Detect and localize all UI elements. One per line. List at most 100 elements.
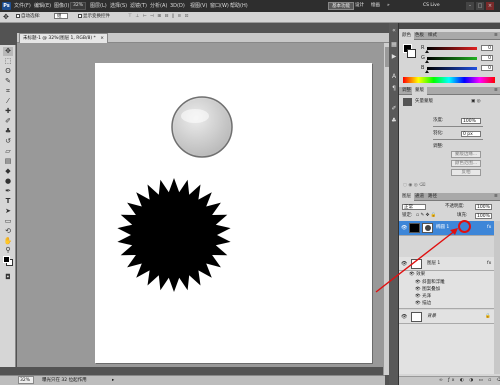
density-field[interactable]: 100% xyxy=(461,118,481,124)
menu-view[interactable]: 视图(V) xyxy=(190,2,207,10)
menu-image[interactable]: 图像(I) xyxy=(54,2,69,10)
healing-brush-tool-icon[interactable]: ✚ xyxy=(3,107,13,116)
clone-stamp-tool-icon[interactable]: ♣ xyxy=(3,127,13,136)
blur-tool-icon[interactable]: ◆ xyxy=(3,167,13,176)
workspace-essentials-button[interactable]: 基本功能 xyxy=(328,2,354,10)
slider-r-value[interactable]: 0 xyxy=(481,45,493,51)
gradient-tool-icon[interactable]: ▤ xyxy=(3,157,13,166)
close-icon[interactable]: × xyxy=(486,2,494,10)
feather-slider[interactable] xyxy=(433,139,483,140)
layer-fx-icon[interactable]: fx xyxy=(487,225,491,231)
dock-paragraph-icon[interactable]: ¶ xyxy=(390,85,398,93)
menu-help[interactable]: 帮助(H) xyxy=(230,2,248,10)
status-zoom-field[interactable]: 32% xyxy=(18,376,34,384)
slider-g-value[interactable]: 0 xyxy=(481,55,493,61)
document-canvas[interactable] xyxy=(95,63,372,363)
color-slider-g[interactable]: G 0 xyxy=(421,55,494,63)
auto-select-option[interactable]: 自动选择: xyxy=(16,13,41,21)
zoom-tool-icon[interactable]: ⚲ xyxy=(3,246,13,255)
slider-b-knob[interactable] xyxy=(425,70,429,73)
color-background-swatch[interactable] xyxy=(407,49,416,58)
slider-g-track[interactable] xyxy=(427,57,477,60)
workspace-painting-button[interactable]: 绘画 xyxy=(368,2,383,10)
invert-button[interactable]: 反相 xyxy=(451,169,481,176)
feather-field[interactable]: 0 px xyxy=(461,131,481,137)
eye-icon[interactable]: 👁 xyxy=(401,314,407,320)
auto-select-dropdown[interactable]: 组 xyxy=(54,13,68,21)
history-brush-tool-icon[interactable]: ↺ xyxy=(3,137,13,146)
workspace-more-button[interactable]: » xyxy=(384,2,393,10)
marquee-tool-icon[interactable]: ⬚ xyxy=(3,57,13,66)
tab-styles[interactable]: 样式 xyxy=(425,32,440,40)
color-range-button[interactable]: 颜色范围... xyxy=(451,160,481,167)
menu-3d[interactable]: 3D(D) xyxy=(170,2,185,10)
lasso-tool-icon[interactable]: ʘ xyxy=(3,67,13,76)
menu-analysis[interactable]: 分析(A) xyxy=(150,2,167,10)
lock-icons[interactable]: ▫ ✎ ✥ 🔒 xyxy=(416,213,437,219)
density-slider[interactable] xyxy=(433,126,483,127)
slider-g-knob[interactable] xyxy=(425,60,429,63)
status-arrow-icon[interactable]: ▸ xyxy=(112,376,114,385)
auto-select-checkbox[interactable] xyxy=(16,13,20,18)
slider-b-track[interactable] xyxy=(427,67,477,70)
panel-menu-icon[interactable]: ≡ xyxy=(491,32,500,40)
3d-rotate-tool-icon[interactable]: ⟲ xyxy=(3,227,13,236)
layers-scrollbar[interactable] xyxy=(494,221,500,374)
tab-paths[interactable]: 路径 xyxy=(425,193,440,201)
zoom-menu[interactable]: 32% xyxy=(70,2,86,10)
panel-menu-icon[interactable]: ≡ xyxy=(491,193,500,201)
pen-tool-icon[interactable]: ✒ xyxy=(3,187,13,196)
mask-pixel-icon[interactable]: ▣ ◎ xyxy=(471,99,481,105)
menu-filter[interactable]: 滤镜(T) xyxy=(130,2,147,10)
color-slider-r[interactable]: R 0 xyxy=(421,45,494,53)
slider-r-knob[interactable] xyxy=(425,50,429,53)
cs-live-button[interactable]: CS Live xyxy=(420,2,443,10)
mask-footer-icons[interactable]: ◌ ◉ ◎ ⌫ xyxy=(403,183,425,189)
layers-footer-icons[interactable]: ∞ ƒx ◐ ◑ ▭ ▫ ⌫ xyxy=(439,378,500,384)
dock-brush-icon[interactable]: ✐ xyxy=(390,105,398,113)
layer-name-background[interactable]: 背景 xyxy=(427,314,436,320)
mask-edge-button[interactable]: 蒙版边缘... xyxy=(451,151,481,158)
quick-select-tool-icon[interactable]: ✎ xyxy=(3,77,13,86)
color-slider-b[interactable]: B 0 xyxy=(421,65,494,73)
slider-r-track[interactable] xyxy=(427,47,477,50)
document-tab[interactable]: 未标题-1 @ 32%(图层 1, RGB/8) * × xyxy=(19,33,108,43)
blend-mode-dropdown[interactable]: 正常 xyxy=(402,204,426,210)
dock-actions-icon[interactable]: ▶ xyxy=(390,53,398,61)
show-transform-checkbox[interactable] xyxy=(78,13,82,18)
hand-tool-icon[interactable]: ✋ xyxy=(3,237,13,246)
quick-mask-icon[interactable]: ◘ xyxy=(3,273,13,282)
shape-tool-icon[interactable]: ▭ xyxy=(3,217,13,226)
slider-b-value[interactable]: 0 xyxy=(481,65,493,71)
move-tool-icon[interactable]: ✥ xyxy=(3,47,13,56)
menu-window[interactable]: 窗口(W) xyxy=(210,2,229,10)
dock-character-icon[interactable]: A xyxy=(390,73,398,81)
menu-select[interactable]: 选择(S) xyxy=(110,2,127,10)
menu-layer[interactable]: 图层(L) xyxy=(90,2,107,10)
path-select-tool-icon[interactable]: ➤ xyxy=(3,207,13,216)
dodge-tool-icon[interactable]: ● xyxy=(3,177,13,186)
dock-collapse-icon[interactable]: « xyxy=(390,27,398,35)
tab-masks[interactable]: 蒙版 xyxy=(412,87,427,95)
opacity-field[interactable]: 100% xyxy=(475,204,492,210)
layer-fx-icon[interactable]: fx xyxy=(487,261,491,267)
show-transform-option[interactable]: 显示变换控件 xyxy=(78,13,110,21)
crop-tool-icon[interactable]: ⌗ xyxy=(3,87,13,96)
dock-history-icon[interactable]: ▦ xyxy=(390,41,398,49)
eyedropper-tool-icon[interactable]: ⁄ xyxy=(3,97,13,106)
type-tool-icon[interactable]: T xyxy=(3,197,13,206)
workspace-design-button[interactable]: 设计 xyxy=(352,2,367,10)
minimize-icon[interactable]: – xyxy=(466,2,474,10)
document-tab-close-icon[interactable]: × xyxy=(100,36,104,41)
menu-edit[interactable]: 编辑(E) xyxy=(34,2,51,10)
menu-file[interactable]: 文件(F) xyxy=(14,2,31,10)
dock-clone-icon[interactable]: ♣ xyxy=(390,117,398,125)
foreground-color-swatch[interactable] xyxy=(3,256,10,263)
color-ramp[interactable] xyxy=(403,77,495,83)
brush-tool-icon[interactable]: ✐ xyxy=(3,117,13,126)
maximize-icon[interactable]: □ xyxy=(476,2,484,10)
panel-menu-icon[interactable]: ≡ xyxy=(491,87,500,95)
layer-row-background[interactable]: 👁 背景 🔒 xyxy=(399,310,494,324)
fill-field[interactable]: 100% xyxy=(475,213,492,219)
eraser-tool-icon[interactable]: ▱ xyxy=(3,147,13,156)
